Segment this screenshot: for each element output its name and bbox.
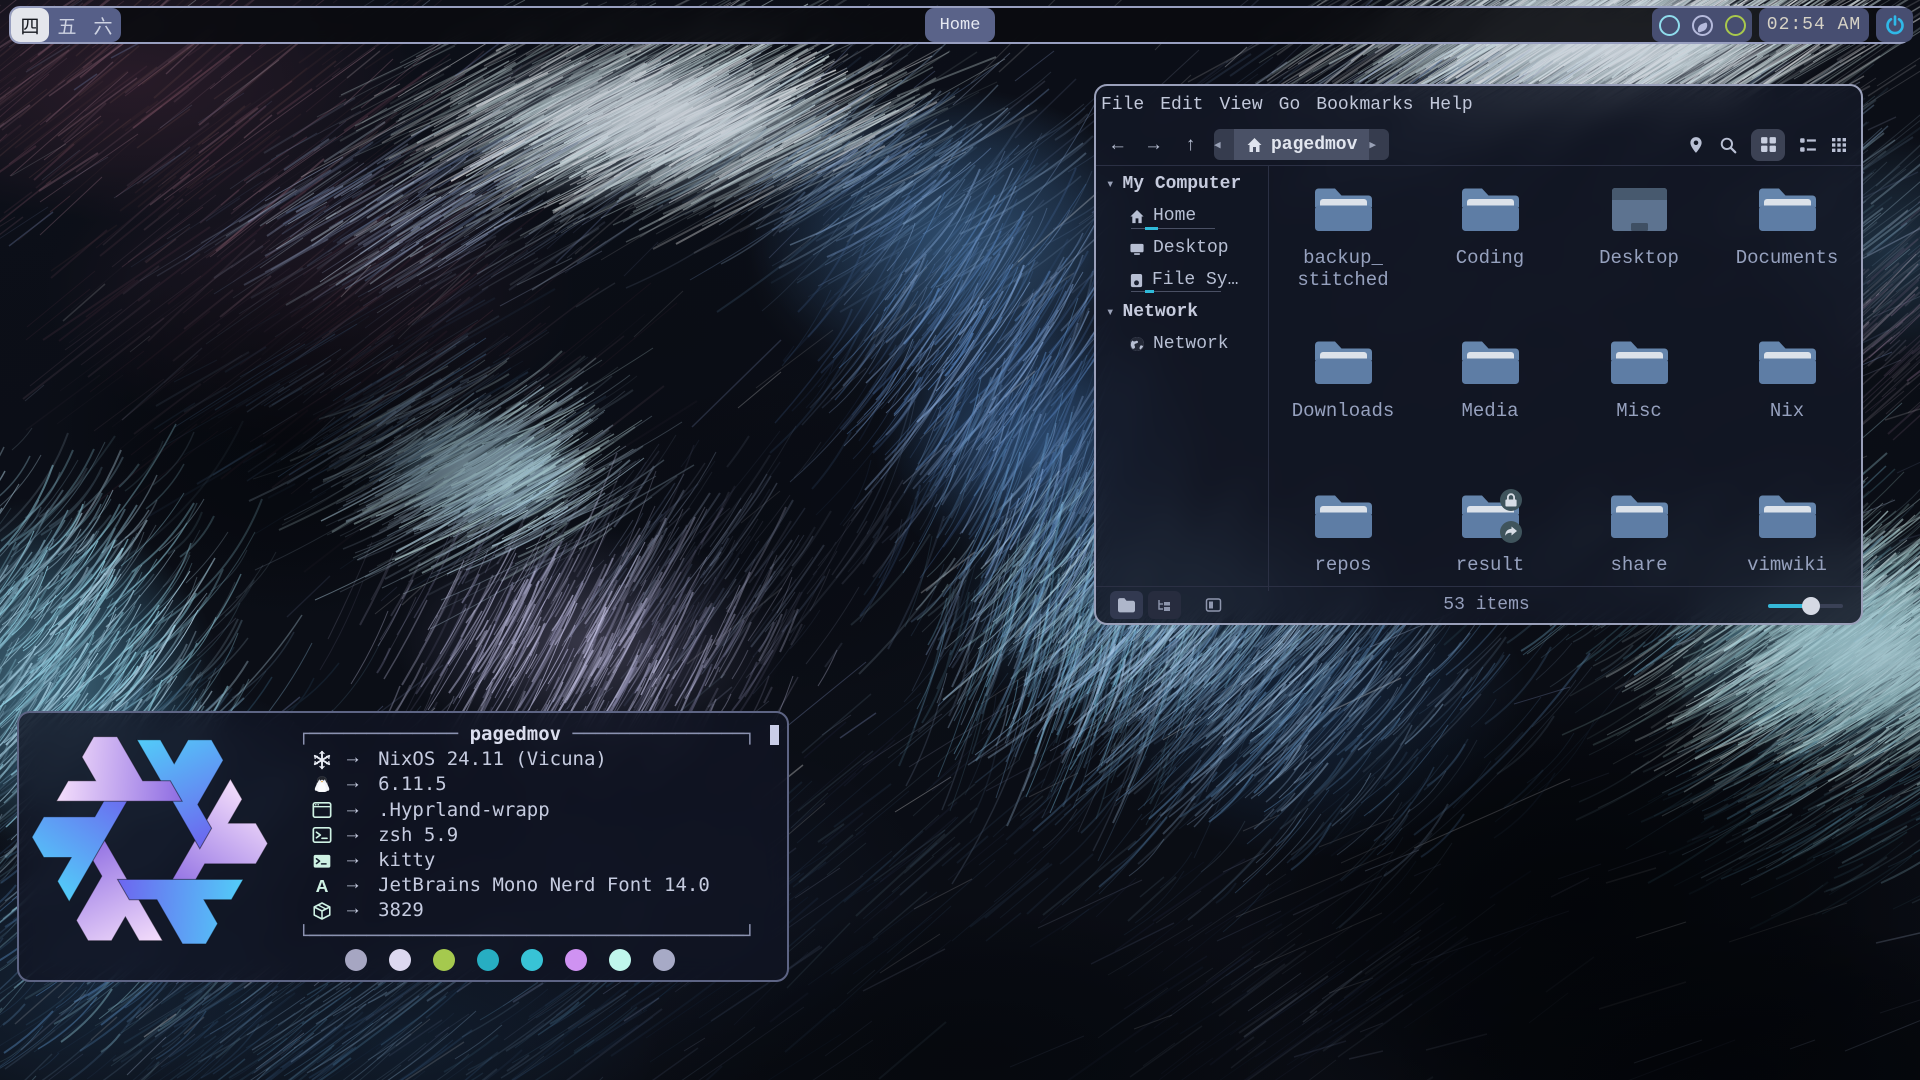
- svg-text:A: A: [316, 876, 329, 896]
